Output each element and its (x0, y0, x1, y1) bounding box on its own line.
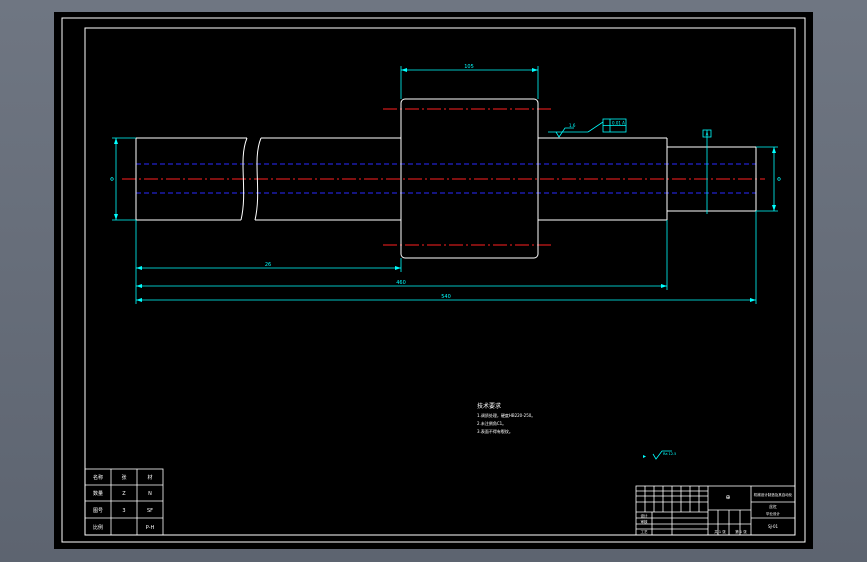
dim-left-diameter: Φ (110, 177, 114, 183)
left-cell-r3c0: 比例 (93, 524, 103, 531)
cad-drawing: 105 26 460 540 Φ Φ 1.6 0.01 A A ▸ Ra 12.… (54, 12, 813, 549)
title-block-company: 机械设计制造及其自动化 (754, 492, 793, 497)
left-cell-r1c1: Z (122, 491, 126, 497)
title-footer-sheet: 第 1 张 (735, 529, 747, 534)
tech-req-item-3: 3.表面不得有裂纹。 (477, 428, 513, 434)
dim-collar-width: 105 (464, 64, 474, 70)
left-cell-r2c1: 3 (122, 508, 125, 514)
left-cell-r2c2: SF (147, 508, 153, 514)
left-cell-r0c2: 材 (147, 474, 152, 481)
title-block-number: SJ-01 (768, 524, 779, 529)
corner-finish-value: Ra 12.5 (663, 452, 676, 456)
surface-finish-value: 1.6 (569, 123, 576, 128)
title-row-design: 设计 (641, 513, 649, 518)
title-footer-total: 共 1 张 (714, 529, 726, 534)
title-block-symbol: ⊕ (725, 494, 730, 501)
title-row-process: 工艺 (641, 529, 649, 534)
left-cell-r0c1: 张 (121, 474, 126, 481)
dim-right-diameter: Φ (777, 177, 781, 183)
tech-req-title: 技术要求 (477, 402, 501, 410)
left-cell-r3c2: P-H (146, 525, 155, 531)
title-block-drawing-name: 毕业设计 (766, 511, 780, 516)
tolerance-frame-text: 0.01 A (612, 121, 625, 126)
corner-finish-mark: ▸ (643, 453, 646, 460)
datum-letter: A (706, 132, 709, 137)
dim-overall-length: 540 (441, 294, 451, 300)
title-block-part: 丝杠 (769, 503, 777, 509)
dim-left-length: 26 (265, 262, 271, 268)
title-row-review: 审核 (641, 519, 649, 524)
tech-req-item-1: 1.调质处理，硬度HB220-250。 (477, 412, 535, 418)
left-cell-r2c0: 图号 (93, 508, 103, 514)
left-cell-r0c0: 名称 (93, 474, 103, 481)
tech-req-item-2: 2.未注倒角C1。 (477, 420, 506, 426)
left-cell-r1c0: 数量 (93, 490, 103, 497)
left-cell-r1c2: N (148, 491, 152, 497)
sheet-background (54, 12, 813, 549)
dim-mid-length: 460 (396, 280, 406, 286)
